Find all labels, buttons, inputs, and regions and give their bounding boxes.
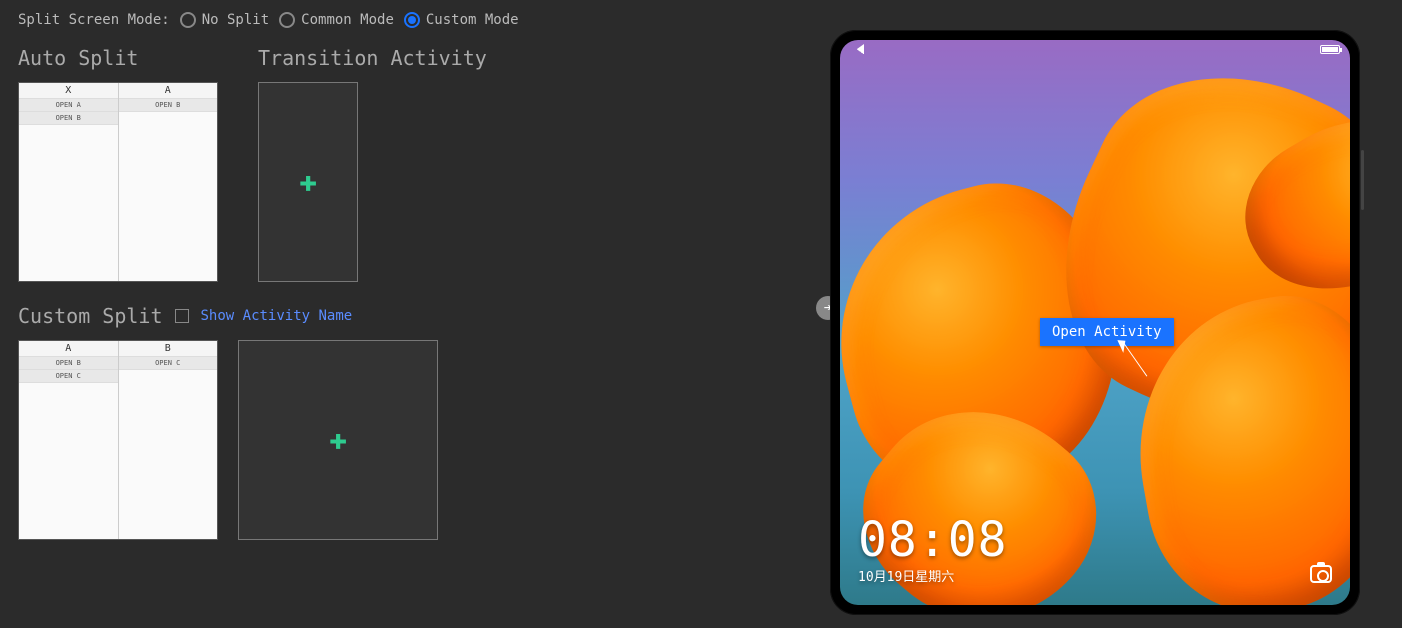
plus-icon: ✚ [299, 167, 317, 197]
device-screen[interactable]: Open Activity 08:08 10月19日星期六 [840, 40, 1350, 605]
auto-split-section: Auto Split X OPEN A OPEN B A OPEN B [18, 46, 218, 282]
device-side-button [1361, 150, 1364, 210]
transition-activity-section: Transition Activity ✚ [258, 46, 487, 282]
col-sub: OPEN B [19, 112, 118, 125]
col-header: A [119, 83, 218, 99]
radio-custom-mode[interactable]: Custom Mode [404, 12, 519, 28]
mode-label: Split Screen Mode: [18, 12, 170, 28]
split-screen-mode-row: Split Screen Mode: No Split Common Mode … [18, 12, 782, 28]
lockscreen-clock: 08:08 10月19日星期六 [858, 516, 1008, 585]
radio-circle-icon [404, 12, 420, 28]
col-header: B [119, 341, 218, 357]
col-header: A [19, 341, 118, 357]
custom-split-title: Custom Split [18, 304, 163, 328]
col-header: X [19, 83, 118, 99]
show-activity-name-label[interactable]: Show Activity Name [201, 308, 353, 324]
signal-icon [850, 44, 864, 54]
clock-date: 10月19日星期六 [858, 566, 1008, 585]
camera-icon[interactable] [1310, 565, 1332, 583]
col-sub: OPEN C [119, 357, 218, 370]
col-sub: OPEN C [19, 370, 118, 383]
col-sub: OPEN A [19, 99, 118, 112]
plus-icon: ✚ [329, 425, 347, 455]
auto-split-title: Auto Split [18, 46, 218, 70]
clock-time: 08:08 [858, 516, 1008, 564]
col-sub: OPEN B [119, 99, 218, 112]
show-activity-name-checkbox[interactable] [175, 309, 189, 323]
add-custom-split-button[interactable]: ✚ [238, 340, 438, 540]
radio-no-split[interactable]: No Split [180, 12, 269, 28]
custom-split-left-col: A OPEN B OPEN C [19, 341, 119, 539]
open-activity-button[interactable]: Open Activity [1040, 318, 1174, 346]
add-transition-activity-button[interactable]: ✚ [258, 82, 358, 282]
auto-split-right-col: A OPEN B [119, 83, 218, 281]
radio-label: Custom Mode [426, 12, 519, 28]
auto-split-left-col: X OPEN A OPEN B [19, 83, 119, 281]
status-bar [850, 44, 1340, 54]
battery-icon [1320, 45, 1340, 54]
col-sub: OPEN B [19, 357, 118, 370]
radio-common-mode[interactable]: Common Mode [279, 12, 394, 28]
auto-split-preview[interactable]: X OPEN A OPEN B A OPEN B [18, 82, 218, 282]
transition-activity-title: Transition Activity [258, 46, 487, 70]
radio-circle-icon [180, 12, 196, 28]
radio-circle-icon [279, 12, 295, 28]
custom-split-preview[interactable]: A OPEN B OPEN C B OPEN C [18, 340, 218, 540]
device-frame: Open Activity 08:08 10月19日星期六 [830, 30, 1360, 615]
radio-label: No Split [202, 12, 269, 28]
custom-split-header-row: Custom Split Show Activity Name [18, 304, 782, 328]
radio-label: Common Mode [301, 12, 394, 28]
device-preview-area: ➔ Open Activity 08:08 10月19日星期六 [830, 30, 1365, 615]
custom-split-right-col: B OPEN C [119, 341, 218, 539]
